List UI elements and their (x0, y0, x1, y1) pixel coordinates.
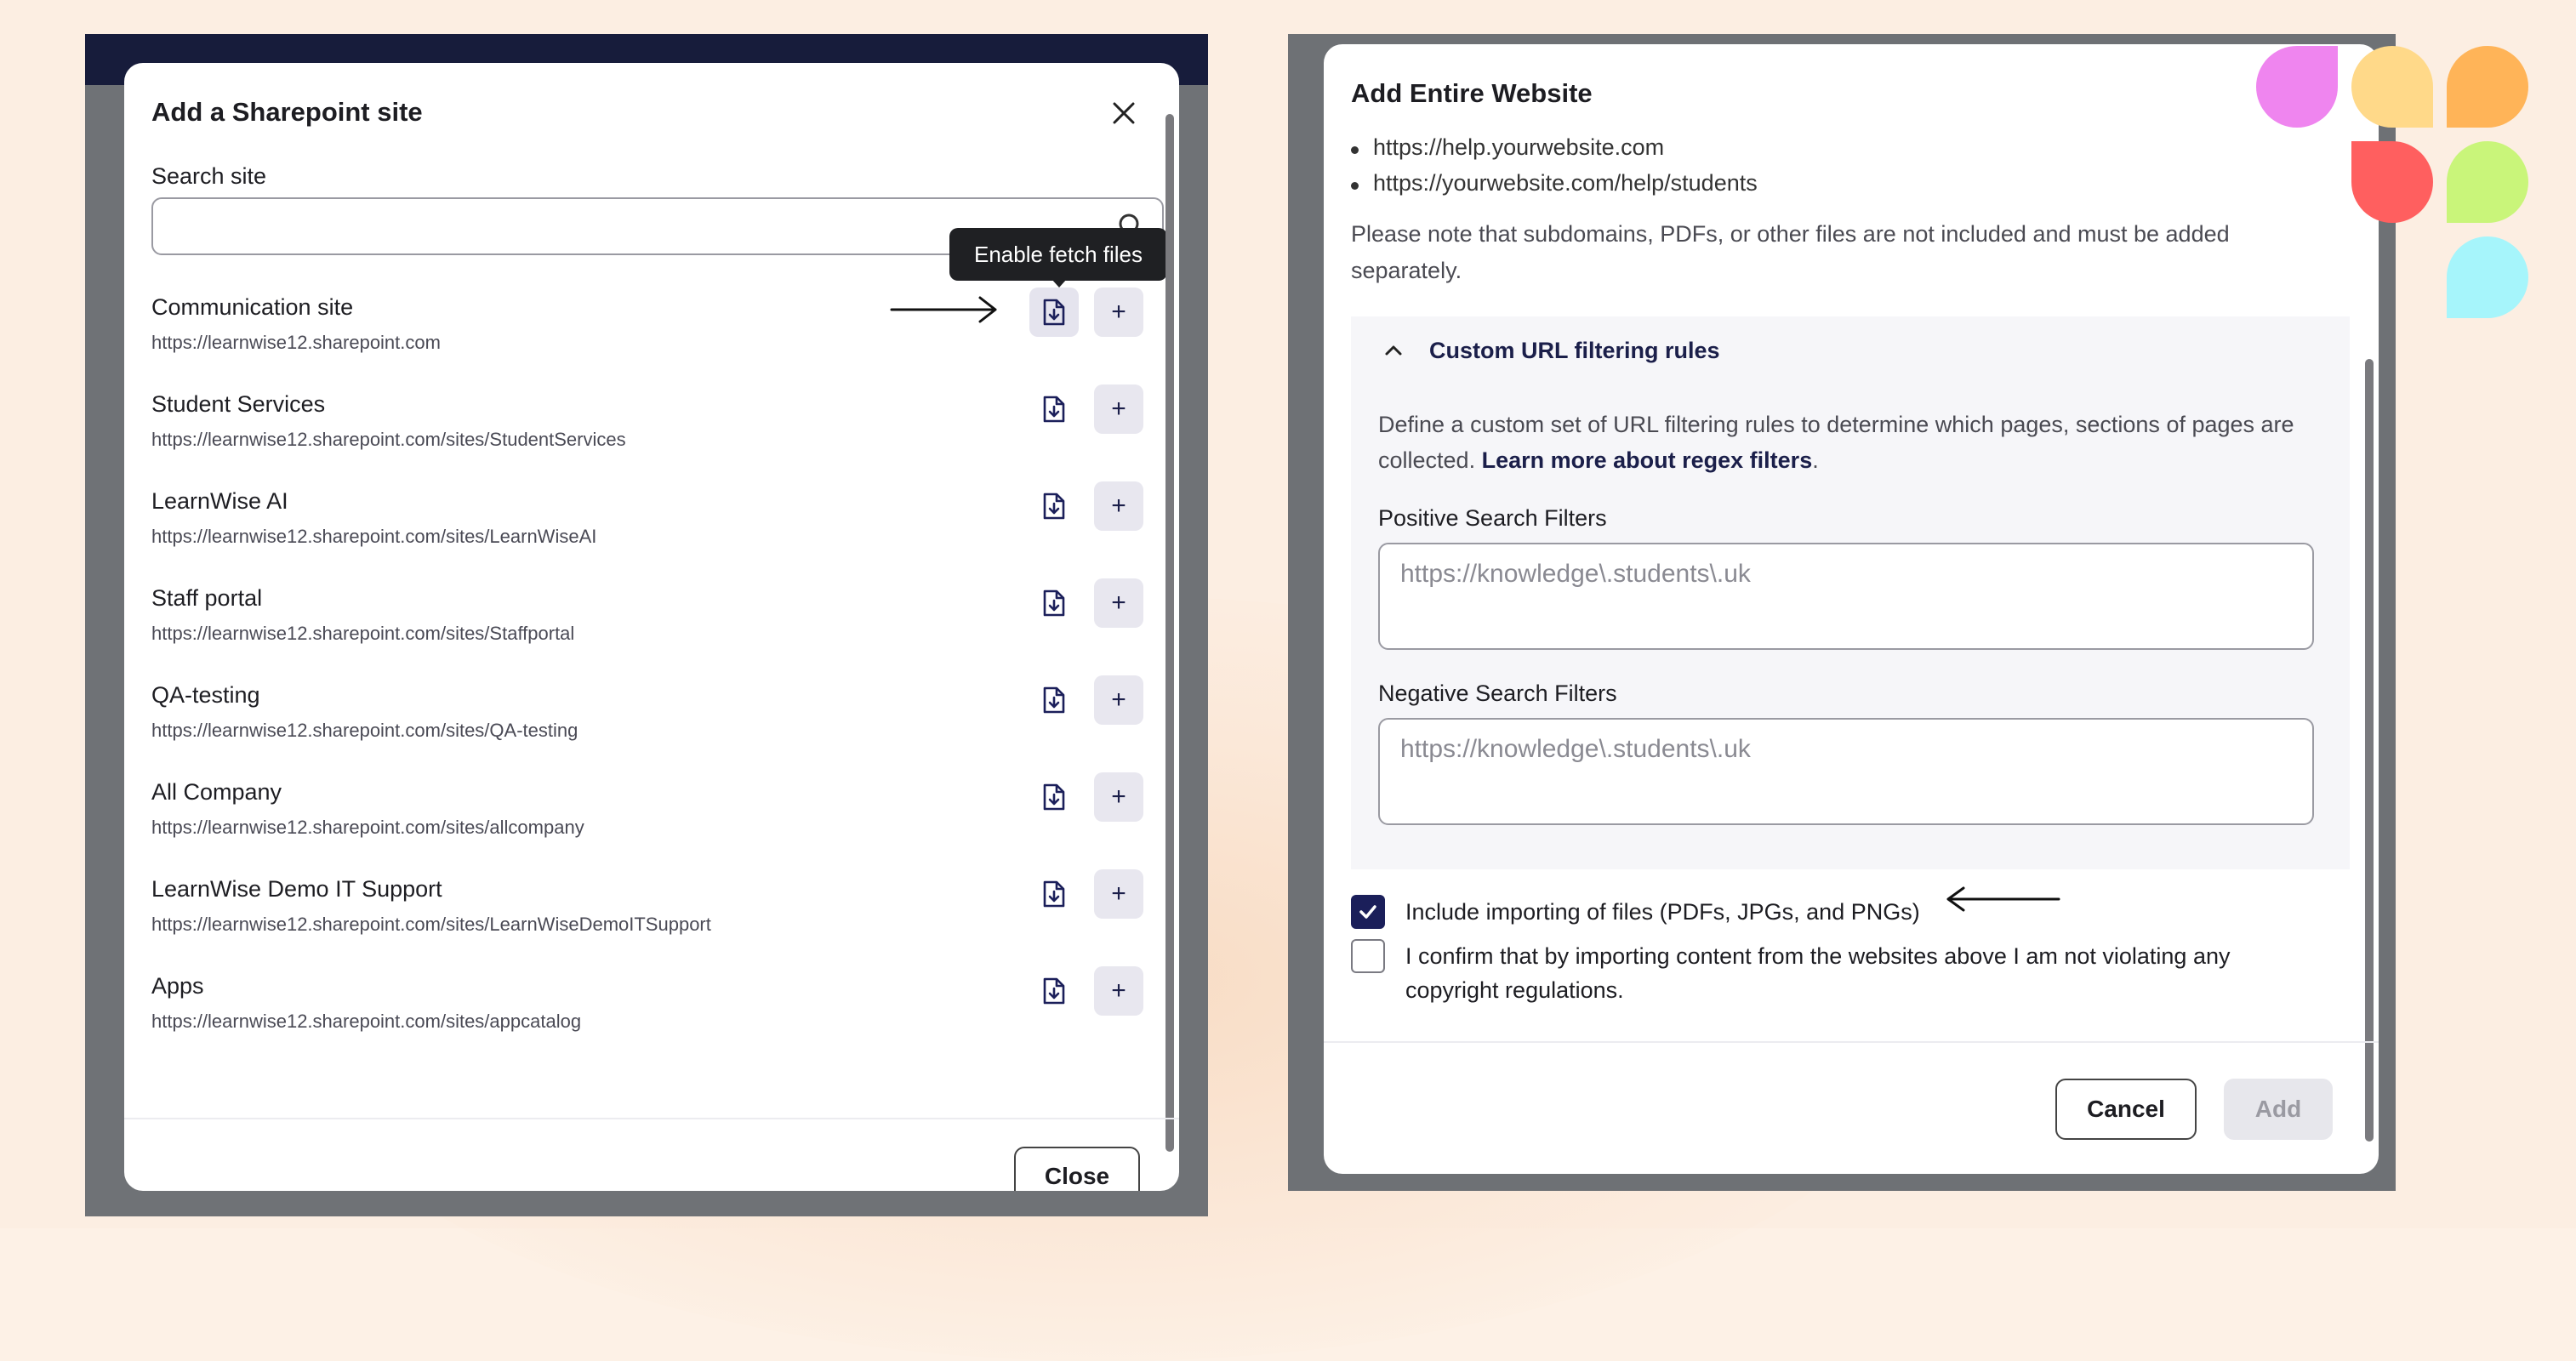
logo-petal (2256, 46, 2338, 128)
regex-filters-link[interactable]: Learn more about regex filters (1482, 447, 1813, 473)
confirm-row: I confirm that by importing content from… (1351, 939, 2304, 1007)
scrollbar[interactable] (2365, 359, 2374, 1142)
add-site-button[interactable]: + (1094, 675, 1143, 725)
confirm-checkbox[interactable] (1351, 939, 1385, 973)
site-row: All Company https://learnwise12.sharepoin… (151, 772, 1164, 869)
enable-fetch-files-button[interactable] (1029, 675, 1079, 725)
callout-arrow-icon (1946, 886, 2060, 912)
site-url: https://learnwise12.sharepoint.com/sites… (151, 526, 597, 547)
positive-filters-label: Positive Search Filters (1378, 505, 1607, 531)
logo-petal (2447, 236, 2528, 318)
add-site-button[interactable]: + (1094, 966, 1143, 1016)
site-url: https://learnwise12.sharepoint.com/sites… (151, 817, 584, 838)
note-text: Please note that subdomains, PDFs, or ot… (1351, 221, 2230, 283)
sharepoint-modal: Add a Sharepoint site Search site Commun… (124, 63, 1179, 1191)
site-row: Communication site https://learnwise12.sh… (151, 288, 1164, 384)
url-examples: https://help.yourwebsite.com https://you… (1351, 134, 1758, 206)
site-name: Student Services (151, 391, 326, 417)
add-website-modal: Add Entire Website https://help.yourwebs… (1324, 44, 2379, 1174)
site-url: https://learnwise12.sharepoint.com/sites… (151, 720, 578, 741)
enable-fetch-tooltip: Enable fetch files (949, 228, 1167, 281)
add-site-button[interactable]: + (1094, 384, 1143, 434)
site-url: https://learnwise12.sharepoint.com/sites… (151, 623, 575, 644)
logo-petal (2351, 46, 2433, 128)
negative-filters-input[interactable]: https://knowledge\.students\.uk (1378, 718, 2314, 825)
file-download-icon (1043, 299, 1065, 326)
add-site-button[interactable]: + (1094, 288, 1143, 337)
scrollbar[interactable] (1165, 114, 1174, 1152)
file-download-icon (1043, 880, 1065, 908)
enable-fetch-files-button[interactable] (1029, 966, 1079, 1016)
footer-divider (1324, 1041, 2379, 1043)
brand-logo (2256, 46, 2537, 327)
file-download-icon (1043, 493, 1065, 520)
file-download-icon (1043, 686, 1065, 714)
accordion-title: Custom URL filtering rules (1429, 337, 1720, 363)
site-name: Staff portal (151, 585, 263, 611)
add-site-button[interactable]: + (1094, 481, 1143, 531)
positive-filters-input[interactable]: https://knowledge\.students\.uk (1378, 543, 2314, 650)
callout-arrow-icon (890, 296, 997, 323)
file-download-icon (1043, 589, 1065, 617)
site-url: https://learnwise12.sharepoint.com/sites… (151, 1011, 582, 1032)
enable-fetch-files-button[interactable] (1029, 772, 1079, 822)
file-download-icon (1043, 396, 1065, 423)
confirm-label: I confirm that by importing content from… (1405, 943, 2231, 1003)
site-row: LearnWise Demo IT Support https://learnwi… (151, 869, 1164, 966)
add-site-button[interactable]: + (1094, 772, 1143, 822)
site-row: Apps https://learnwise12.sharepoint.com/s… (151, 966, 1164, 1063)
include-files-label: Include importing of files (PDFs, JPGs, … (1405, 899, 1920, 925)
site-row: Student Services https://learnwise12.shar… (151, 384, 1164, 481)
include-files-row: Include importing of files (PDFs, JPGs, … (1351, 895, 1920, 929)
site-row: LearnWise AI https://learnwise12.sharepoi… (151, 481, 1164, 578)
modal-title: Add a Sharepoint site (151, 97, 423, 127)
file-download-icon (1043, 977, 1065, 1005)
accordion-description: Define a custom set of URL filtering rul… (1378, 407, 2322, 478)
site-row: Staff portal https://learnwise12.sharepoi… (151, 578, 1164, 675)
include-files-checkbox[interactable] (1351, 895, 1385, 929)
accordion-header[interactable]: Custom URL filtering rules (1378, 335, 1720, 366)
site-name: QA-testing (151, 682, 260, 708)
enable-fetch-files-button[interactable] (1029, 869, 1079, 919)
file-download-icon (1043, 783, 1065, 811)
url-filter-accordion: Custom URL filtering rules Define a cust… (1351, 316, 2350, 869)
site-url: https://learnwise12.sharepoint.com (151, 332, 441, 353)
site-url: https://learnwise12.sharepoint.com/sites… (151, 429, 626, 450)
close-icon[interactable] (1104, 94, 1143, 133)
list-item: https://yourwebsite.com/help/students (1351, 170, 1758, 206)
add-site-button[interactable]: + (1094, 578, 1143, 628)
site-url: https://learnwise12.sharepoint.com/sites… (151, 914, 711, 935)
logo-petal (2351, 141, 2433, 223)
chevron-up-icon (1385, 345, 1402, 356)
negative-filters-label: Negative Search Filters (1378, 680, 1617, 706)
list-item: https://help.yourwebsite.com (1351, 134, 1758, 170)
site-name: LearnWise AI (151, 488, 288, 514)
modal-title: Add Entire Website (1351, 78, 1593, 108)
add-site-button[interactable]: + (1094, 869, 1143, 919)
search-label: Search site (151, 163, 267, 189)
site-name: LearnWise Demo IT Support (151, 876, 442, 902)
enable-fetch-files-button[interactable] (1029, 481, 1079, 531)
enable-fetch-files-button[interactable] (1029, 578, 1079, 628)
enable-fetch-files-button[interactable] (1029, 384, 1079, 434)
footer-divider (124, 1118, 1179, 1119)
site-row: QA-testing https://learnwise12.sharepoint… (151, 675, 1164, 772)
site-name: Communication site (151, 294, 354, 320)
site-name: Apps (151, 973, 204, 999)
link-suffix: . (1812, 447, 1819, 473)
enable-fetch-files-button[interactable] (1029, 288, 1079, 337)
add-button[interactable]: Add (2224, 1079, 2333, 1140)
close-button[interactable]: Close (1014, 1147, 1140, 1191)
logo-petal (2447, 141, 2528, 223)
logo-petal (2447, 46, 2528, 128)
site-name: All Company (151, 779, 282, 805)
check-icon (1359, 905, 1376, 919)
site-list: Communication site https://learnwise12.sh… (151, 288, 1164, 1063)
cancel-button[interactable]: Cancel (2055, 1079, 2197, 1140)
